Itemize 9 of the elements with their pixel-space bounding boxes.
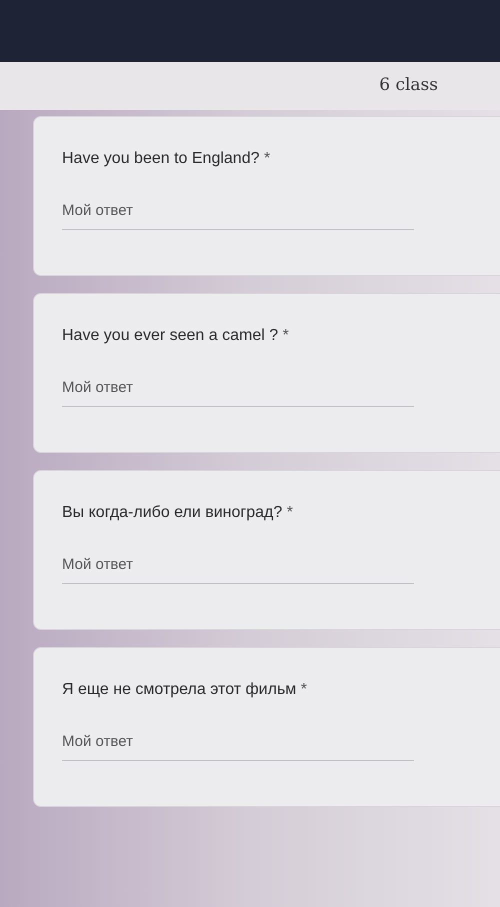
question-text: Have you ever seen a camel ? * xyxy=(62,326,290,346)
question-text: Вы когда-либо ели виноград? * xyxy=(62,503,294,523)
answer-field[interactable]: Мой ответ xyxy=(62,377,414,406)
answer-field[interactable]: Мой ответ xyxy=(62,554,414,584)
answer-field[interactable]: Мой ответ xyxy=(62,731,414,760)
answer-field[interactable]: Мой ответ xyxy=(62,200,414,230)
form-title: 6 class xyxy=(379,74,438,98)
question-text: Я еще не смотрела этот фильм * xyxy=(62,680,308,700)
question-text: Have you been to England? * xyxy=(62,149,272,169)
